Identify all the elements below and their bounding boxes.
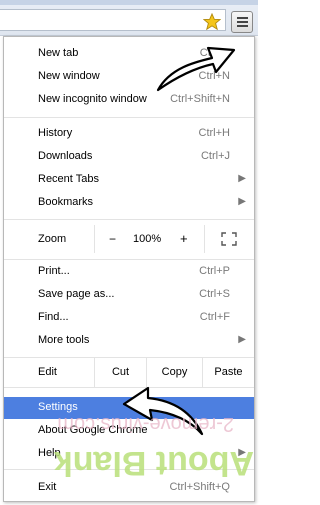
address-bar[interactable] <box>0 9 226 31</box>
menu-item-help[interactable]: Help ▶ <box>4 443 254 465</box>
menu-item-more-tools[interactable]: More tools ▶ <box>4 330 254 352</box>
menu-item-bookmarks[interactable]: Bookmarks ▶ <box>4 192 254 214</box>
submenu-arrow-icon: ▶ <box>238 334 246 345</box>
menu-item-label: Help <box>38 447 61 459</box>
menu-separator <box>4 469 254 470</box>
menu-item-new-tab[interactable]: New tab Ctrl+T <box>4 43 254 65</box>
submenu-arrow-icon: ▶ <box>238 196 246 207</box>
menu-item-label: About Google Chrome <box>38 424 148 436</box>
menu-item-settings[interactable]: Settings <box>4 397 254 419</box>
menu-item-label: Downloads <box>38 150 93 162</box>
submenu-arrow-icon: ▶ <box>238 173 246 184</box>
menu-item-label: New incognito window <box>38 93 147 105</box>
menu-separator <box>4 219 254 220</box>
menu-item-shortcut: Ctrl+H <box>198 127 230 139</box>
zoom-row: Zoom − 100% + <box>4 225 254 253</box>
menu-item-shortcut: Ctrl+T <box>199 47 230 59</box>
chrome-menu: New tab Ctrl+T New window Ctrl+N New inc… <box>3 36 255 502</box>
tab-strip <box>0 0 258 5</box>
menu-item-find[interactable]: Find... Ctrl+F <box>4 307 254 329</box>
menu-item-label: Bookmarks <box>38 196 94 208</box>
chrome-menu-button[interactable] <box>231 11 253 33</box>
menu-item-new-window[interactable]: New window Ctrl+N <box>4 66 254 88</box>
menu-bar-1 <box>237 17 248 19</box>
submenu-arrow-icon: ▶ <box>238 447 246 458</box>
zoom-out-button[interactable]: − <box>109 232 116 246</box>
fullscreen-icon[interactable] <box>221 232 237 246</box>
menu-bar-2 <box>237 21 248 23</box>
menu-item-shortcut: Ctrl+N <box>198 70 230 82</box>
edit-row: Edit Cut Copy Paste <box>4 357 254 387</box>
menu-item-label: More tools <box>38 334 90 346</box>
menu-item-recent-tabs[interactable]: Recent Tabs ▶ <box>4 169 254 191</box>
menu-item-label: History <box>38 127 73 139</box>
menu-item-exit[interactable]: Exit Ctrl+Shift+Q <box>4 477 254 499</box>
browser-toolbar <box>0 0 258 36</box>
menu-item-about-google-chrome[interactable]: About Google Chrome <box>4 420 254 442</box>
menu-item-shortcut: Ctrl+S <box>199 288 230 300</box>
fullscreen-cell[interactable] <box>204 225 254 253</box>
copy-label: Copy <box>161 366 188 378</box>
zoom-controls: − 100% + <box>94 225 204 253</box>
copy-button[interactable]: Copy <box>146 357 202 387</box>
menu-separator <box>4 259 254 260</box>
menu-item-save-page-as[interactable]: Save page as... Ctrl+S <box>4 284 254 306</box>
bookmark-star-icon[interactable] <box>203 13 221 31</box>
menu-item-label: New tab <box>38 47 79 59</box>
menu-item-label: New window <box>38 70 100 82</box>
menu-item-shortcut: Ctrl+J <box>200 150 230 162</box>
menu-item-label: Settings <box>38 401 78 413</box>
menu-item-downloads[interactable]: Downloads Ctrl+J <box>4 146 254 168</box>
zoom-label: Zoom <box>38 233 67 245</box>
zoom-level: 100% <box>133 233 162 245</box>
paste-button[interactable]: Paste <box>202 357 254 387</box>
menu-item-shortcut: Ctrl+Shift+N <box>170 93 230 105</box>
menu-item-label: Exit <box>38 481 57 493</box>
cut-label: Cut <box>111 366 130 378</box>
menu-item-shortcut: Ctrl+Shift+Q <box>169 481 230 493</box>
menu-separator <box>4 387 254 388</box>
menu-separator <box>4 117 254 118</box>
menu-item-shortcut: Ctrl+P <box>199 265 230 277</box>
edit-label: Edit <box>38 366 57 378</box>
menu-item-print[interactable]: Print... Ctrl+P <box>4 261 254 283</box>
menu-item-label: Print... <box>38 265 70 277</box>
menu-item-new-incognito-window[interactable]: New incognito window Ctrl+Shift+N <box>4 89 254 111</box>
zoom-in-button[interactable]: + <box>180 231 188 246</box>
menu-item-label: Save page as... <box>38 288 115 300</box>
cut-button[interactable]: Cut <box>94 357 146 387</box>
menu-item-label: Find... <box>38 311 69 323</box>
paste-label: Paste <box>214 366 243 378</box>
menu-item-history[interactable]: History Ctrl+H <box>4 123 254 145</box>
menu-item-label: Recent Tabs <box>38 173 99 185</box>
menu-bar-3 <box>237 25 248 27</box>
menu-item-shortcut: Ctrl+F <box>199 311 230 323</box>
